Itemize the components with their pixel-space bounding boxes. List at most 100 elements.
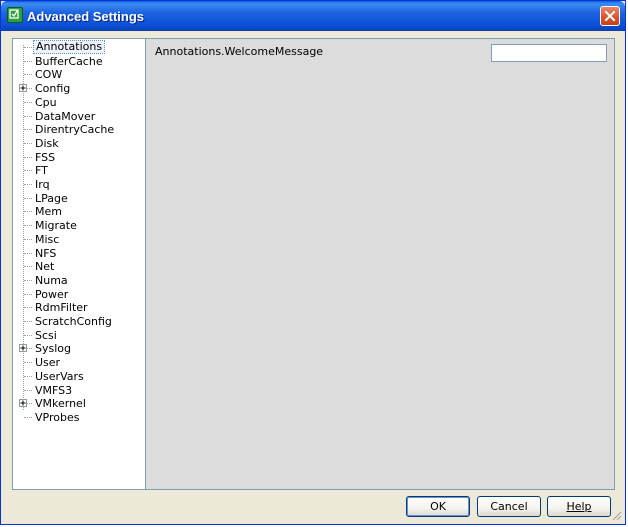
expand-plus-icon[interactable] (19, 344, 27, 353)
tree-connector-line (24, 279, 32, 281)
tree-connector-line (24, 184, 32, 185)
tree-item[interactable]: Cpu (13, 96, 145, 109)
tree-connector-line (24, 362, 32, 364)
tree-connector-line (24, 334, 32, 336)
tree-item-label: Syslog (35, 342, 71, 356)
tree-connector-line (24, 170, 32, 172)
tree-connector-line (24, 225, 32, 227)
tree-item[interactable]: RdmFilter (13, 301, 145, 314)
tree-item-label: ScratchConfig (35, 315, 112, 328)
tree-item-label: Mem (35, 205, 62, 219)
advanced-settings-dialog: Advanced Settings Annotations BufferCache… (0, 0, 626, 525)
tree-item-label: Numa (35, 273, 68, 287)
expand-plus-icon[interactable] (19, 84, 27, 93)
tree-item-label: DataMover (35, 109, 96, 123)
tree-item-label: User (35, 356, 61, 370)
help-button[interactable]: Help (547, 496, 611, 517)
tree-item[interactable]: Power (13, 288, 145, 301)
tree-connector-line (24, 211, 32, 213)
tree-item-label: Misc (35, 232, 60, 246)
tree-item[interactable]: BufferCache (13, 55, 145, 68)
resize-grip-icon[interactable] (610, 509, 622, 521)
tree-connector-line (24, 101, 32, 103)
tree-item-label: DirentryCache (35, 123, 115, 137)
tree-item[interactable]: Misc (13, 233, 145, 246)
tree-item[interactable]: LPage (13, 192, 145, 205)
tree-connector-line (24, 74, 32, 76)
tree-connector-line (24, 416, 32, 418)
tree-item-label: VMFS3 (35, 383, 73, 397)
expand-plus-icon[interactable] (19, 399, 27, 408)
ok-button[interactable]: OK (406, 496, 470, 517)
tree-item-label: Migrate (35, 219, 77, 233)
tree-item[interactable]: Config (13, 82, 145, 95)
tree-item[interactable]: Mem (13, 205, 145, 218)
tree-connector-line (24, 156, 32, 158)
tree-item[interactable]: Net (13, 260, 145, 273)
tree-item-label: Irq (35, 178, 50, 191)
tree-item-label: Net (35, 260, 55, 274)
tree-item[interactable]: Annotations (13, 40, 145, 54)
close-button[interactable] (600, 6, 620, 26)
tree-item-label: Config (35, 82, 71, 96)
close-icon (604, 10, 616, 22)
tree-item-label: FSS (35, 150, 56, 164)
tree-item[interactable]: COW (13, 68, 145, 81)
tree-item-label: Scsi (35, 328, 57, 342)
tree-item[interactable]: VProbes (13, 411, 145, 424)
tree-item[interactable]: NFS (13, 247, 145, 260)
tree-connector-line (24, 47, 32, 48)
tree-item[interactable]: Irq (13, 178, 145, 191)
tree-item-label: Annotations (33, 40, 106, 54)
settings-content: Annotations BufferCache COW Config Cpu DataMo… (12, 38, 615, 490)
tree-item[interactable]: ScratchConfig (13, 315, 145, 328)
tree-item[interactable]: Scsi (13, 329, 145, 342)
tree-item-label: Cpu (35, 95, 57, 109)
tree-item-label: BufferCache (35, 54, 103, 68)
tree-item[interactable]: User (13, 356, 145, 369)
tree-item[interactable]: DataMover (13, 110, 145, 123)
tree-item-label: Power (35, 287, 69, 301)
tree-connector-line (24, 266, 32, 268)
settings-panel: Annotations.WelcomeMessage (146, 39, 614, 489)
cancel-button[interactable]: Cancel (477, 496, 541, 517)
tree-item[interactable]: FT (13, 164, 145, 177)
tree-item-label: FT (35, 164, 48, 178)
tree-connector-line (24, 60, 32, 62)
tree-connector-line (24, 307, 32, 309)
tree-connector-line (24, 375, 32, 377)
tree-item-label: Disk (35, 136, 59, 150)
tree-item[interactable]: Disk (13, 137, 145, 150)
tree-item[interactable]: VMFS3 (13, 384, 145, 397)
tree-item-label: RdmFilter (35, 301, 88, 315)
settings-tree[interactable]: Annotations BufferCache COW Config Cpu DataMo… (13, 39, 146, 489)
tree-connector-line (24, 238, 32, 240)
tree-item-label: VProbes (35, 410, 80, 424)
app-icon (7, 7, 23, 23)
tree-connector-line (24, 129, 32, 131)
tree-item[interactable]: UserVars (13, 370, 145, 383)
tree-item[interactable]: Numa (13, 274, 145, 287)
setting-label: Annotations.WelcomeMessage (155, 45, 324, 58)
window-title: Advanced Settings (27, 9, 145, 24)
tree-connector-line (24, 321, 32, 322)
title-bar[interactable]: Advanced Settings (1, 1, 625, 31)
tree-connector-line (24, 197, 32, 199)
tree-item[interactable]: VMkernel (13, 397, 145, 410)
tree-item-label: UserVars (35, 369, 84, 383)
tree-connector-line (24, 252, 32, 254)
tree-item[interactable]: Migrate (13, 219, 145, 232)
tree-item-label: VMkernel (35, 397, 86, 411)
tree-item-label: COW (35, 68, 63, 82)
tree-item[interactable]: DirentryCache (13, 123, 145, 136)
tree-connector-line (24, 389, 32, 391)
tree-connector-line (24, 115, 32, 117)
tree-connector-line (24, 142, 32, 144)
tree-item-label: LPage (35, 191, 68, 205)
tree-item-label: NFS (35, 246, 57, 260)
tree-connector-line (24, 293, 32, 295)
help-button-label: Help (566, 500, 592, 513)
tree-item[interactable]: Syslog (13, 342, 145, 355)
welcome-message-input[interactable] (491, 44, 607, 62)
tree-item[interactable]: FSS (13, 151, 145, 164)
